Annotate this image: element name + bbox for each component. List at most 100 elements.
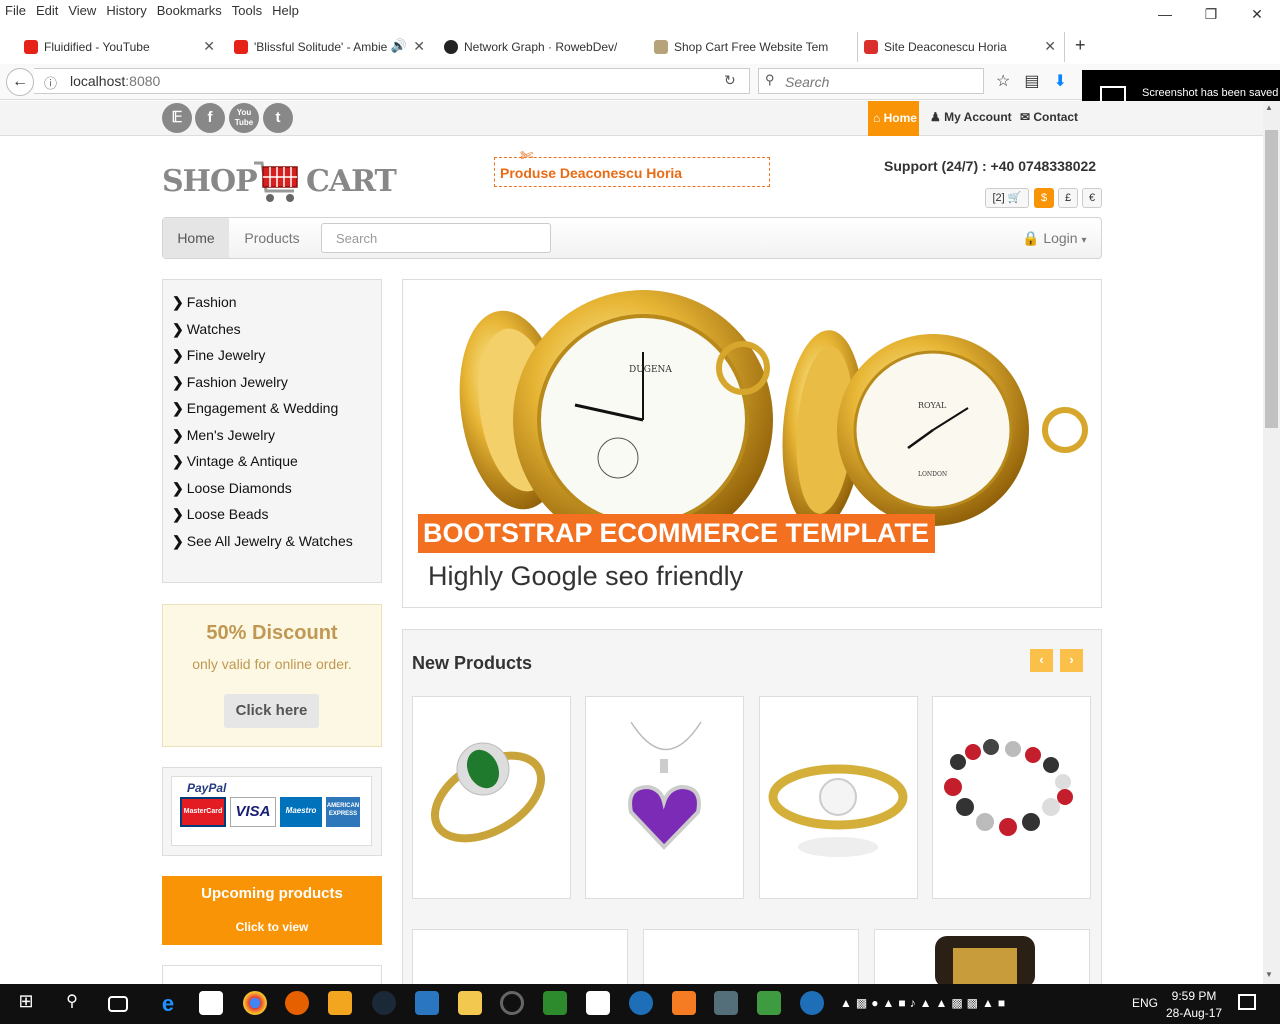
menu-view[interactable]: View [68, 3, 96, 18]
close-tab-icon[interactable]: ✕ [203, 38, 215, 55]
top-contact-label: Contact [1033, 110, 1079, 124]
app-icon[interactable] [543, 991, 567, 1015]
carousel-next-button[interactable]: › [1060, 649, 1083, 672]
category-item[interactable]: ❯ Watches [172, 321, 241, 338]
info-icon[interactable]: ⓘ [44, 73, 57, 92]
carousel-prev-button[interactable]: ‹ [1030, 649, 1053, 672]
nav-products[interactable]: Products [229, 218, 315, 258]
close-tab-icon[interactable]: ✕ [1044, 38, 1056, 55]
menu-tools[interactable]: Tools [232, 3, 262, 18]
page-scrollbar-thumb[interactable] [1265, 130, 1278, 428]
firefox-icon[interactable] [285, 991, 309, 1015]
minimize-button[interactable]: — [1142, 0, 1188, 30]
category-item[interactable]: ❯ Vintage & Antique [172, 453, 298, 470]
top-contact-link[interactable]: ✉ Contact [1020, 110, 1078, 124]
logo-cart-text: CART [306, 164, 397, 199]
product-card-emerald-ring[interactable] [412, 696, 571, 899]
category-item[interactable]: ❯ Men's Jewelry [172, 427, 275, 444]
language-indicator[interactable]: ENG [1132, 996, 1158, 1010]
top-my-account-link[interactable]: ♟ My Account [930, 110, 1012, 124]
search-icon[interactable]: ⚲ [60, 991, 84, 1015]
tab-site-deaconescu[interactable]: Site Deaconescu Horia ✕ [857, 32, 1065, 62]
menu-help[interactable]: Help [272, 3, 299, 18]
coupon-banner[interactable]: Produse Deaconescu Horia [494, 157, 770, 187]
product-card-heart-pendant[interactable] [585, 696, 744, 899]
system-tray-icons[interactable]: ▲▩●▲■♪▲▲▩▩▲■ [840, 996, 1009, 1010]
product-card-diamond-ring[interactable] [759, 696, 918, 899]
hero-title: BOOTSTRAP ECOMMERCE TEMPLATE [418, 514, 936, 553]
back-button[interactable]: ← [6, 68, 34, 96]
login-dropdown[interactable]: 🔒 Login ▾ [1022, 230, 1087, 247]
tab-github[interactable]: Network Graph · RowebDev/ [438, 32, 643, 62]
facebook-icon[interactable]: f [195, 103, 225, 133]
task-view-icon[interactable] [108, 996, 128, 1012]
tumblr-icon[interactable]: t [263, 103, 293, 133]
currency-usd-button[interactable]: $ [1034, 188, 1054, 208]
menu-file[interactable]: File [5, 3, 26, 18]
site-logo[interactable]: SHOP CART [162, 155, 397, 207]
category-item[interactable]: ❯ Loose Beads [172, 506, 268, 523]
nav-home[interactable]: Home [163, 218, 229, 258]
reload-icon[interactable]: ↻ [724, 72, 736, 89]
url-bar[interactable]: localhost:8080 [34, 68, 750, 94]
scroll-up-arrow-icon[interactable]: ▲ [1265, 103, 1273, 112]
scroll-down-arrow-icon[interactable]: ▼ [1265, 970, 1273, 979]
chrome-icon[interactable] [243, 991, 267, 1015]
logo-shop-text: SHOP [162, 164, 258, 199]
top-account-label: My Account [944, 110, 1012, 124]
product-card-bead-bracelet[interactable] [932, 696, 1091, 899]
clock[interactable]: 9:59 PM 28-Aug-17 [1166, 988, 1222, 1022]
tab-youtube-fluidified[interactable]: Fluidified - YouTube ✕ [18, 32, 223, 62]
bookmark-star-icon[interactable]: ☆ [996, 71, 1010, 91]
tab-youtube-blissful[interactable]: 'Blissful Solitude' - Ambie 🔊 ✕ [228, 32, 433, 62]
product-card-row2-2[interactable] [643, 929, 859, 989]
product-card-row2-1[interactable] [412, 929, 628, 989]
site-search-input[interactable]: Search [321, 223, 551, 253]
close-window-button[interactable]: ✕ [1234, 0, 1280, 30]
file-explorer-icon[interactable] [458, 991, 482, 1015]
menu-history[interactable]: History [106, 3, 146, 18]
app-icon[interactable] [714, 991, 738, 1015]
cart-button[interactable]: [2] 🛒 [985, 188, 1029, 208]
currency-eur-button[interactable]: € [1082, 188, 1102, 208]
product-card-row2-3[interactable] [874, 929, 1090, 989]
app-icon[interactable] [800, 991, 824, 1015]
menu-bookmarks[interactable]: Bookmarks [157, 3, 222, 18]
app-icon[interactable] [415, 991, 439, 1015]
youtube-icon[interactable]: You Tube [229, 103, 259, 133]
twitter-icon[interactable]: 𝔼 [162, 103, 192, 133]
category-item[interactable]: ❯ See All Jewelry & Watches [172, 533, 353, 550]
mail-icon[interactable] [586, 991, 610, 1015]
close-tab-icon[interactable]: ✕ [413, 38, 425, 55]
category-item[interactable]: ❯ Fashion Jewelry [172, 374, 288, 391]
speaker-icon[interactable]: 🔊 [391, 38, 407, 54]
category-item[interactable]: ❯ Fashion [172, 294, 237, 311]
notifications-icon[interactable] [1238, 994, 1256, 1010]
app-icon[interactable] [328, 991, 352, 1015]
steam-icon[interactable] [372, 991, 396, 1015]
edge-icon[interactable]: e [156, 991, 180, 1016]
category-label: Watches [186, 321, 241, 337]
xampp-icon[interactable] [672, 991, 696, 1015]
category-item[interactable]: ❯ Engagement & Wedding [172, 400, 338, 417]
top-home-link[interactable]: ⌂ Home [868, 101, 919, 136]
category-item[interactable]: ❯ Fine Jewelry [172, 347, 265, 364]
menu-edit[interactable]: Edit [36, 3, 58, 18]
tab-shop-cart[interactable]: Shop Cart Free Website Tem [648, 32, 853, 62]
windows-start-icon[interactable]: ⊞ [14, 991, 38, 1015]
new-tab-icon[interactable]: + [1075, 35, 1086, 56]
browser-search-input[interactable]: Search [758, 68, 984, 94]
hero-carousel[interactable]: DUGENA ROYAL LONDON [402, 279, 1102, 608]
download-icon[interactable]: ⬇ [1053, 71, 1066, 91]
upcoming-link[interactable]: Click to view [162, 920, 382, 934]
app-icon[interactable] [629, 991, 653, 1015]
store-icon[interactable] [199, 991, 223, 1015]
reader-list-icon[interactable]: ▤ [1024, 71, 1039, 91]
discount-click-button[interactable]: Click here [224, 694, 319, 728]
restore-button[interactable]: ❐ [1188, 0, 1234, 30]
url-port: :8080 [125, 73, 161, 89]
app-icon[interactable] [757, 991, 781, 1015]
app-icon[interactable] [500, 991, 524, 1015]
currency-gbp-button[interactable]: £ [1058, 188, 1078, 208]
category-item[interactable]: ❯ Loose Diamonds [172, 480, 292, 497]
